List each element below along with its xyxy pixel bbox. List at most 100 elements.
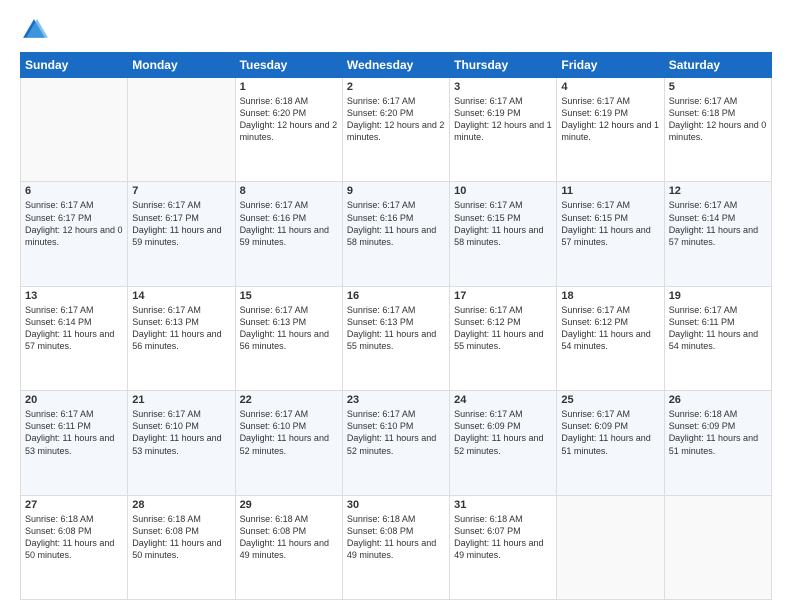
header-row: SundayMondayTuesdayWednesdayThursdayFrid… bbox=[21, 53, 772, 78]
logo-icon bbox=[20, 16, 48, 44]
cell-text: Sunrise: 6:17 AM Sunset: 6:14 PM Dayligh… bbox=[25, 304, 123, 353]
calendar-cell: 14Sunrise: 6:17 AM Sunset: 6:13 PM Dayli… bbox=[128, 286, 235, 390]
cell-text: Sunrise: 6:17 AM Sunset: 6:13 PM Dayligh… bbox=[240, 304, 338, 353]
day-number: 11 bbox=[561, 185, 659, 197]
cell-text: Sunrise: 6:17 AM Sunset: 6:16 PM Dayligh… bbox=[347, 199, 445, 248]
week-row-3: 13 Sunrise: 6:17 AM Sunset: 6:14 PM Dayli… bbox=[21, 286, 772, 390]
day-number: 6 bbox=[25, 185, 123, 197]
week-row-5: 27 Sunrise: 6:18 AM Sunset: 6:08 PM Dayli… bbox=[21, 495, 772, 599]
day-number: 23 bbox=[347, 394, 445, 406]
calendar-cell: 17 Sunrise: 6:17 AM Sunset: 6:12 PM Dayli… bbox=[450, 286, 557, 390]
calendar-cell: 20 Sunrise: 6:17 AM Sunset: 6:11 PM Dayli… bbox=[21, 391, 128, 495]
week-row-2: 6 Sunrise: 6:17 AM Sunset: 6:17 PM Daylig… bbox=[21, 182, 772, 286]
cell-text: Sunrise: 6:17 AM Sunset: 6:09 PM Dayligh… bbox=[454, 408, 552, 457]
calendar-cell: 31 Sunrise: 6:18 AM Sunset: 6:07 PM Dayli… bbox=[450, 495, 557, 599]
cell-text: Sunrise: 6:17 AM Sunset: 6:12 PM Dayligh… bbox=[561, 304, 659, 353]
calendar-cell: 21 Sunrise: 6:17 AM Sunset: 6:10 PM Dayli… bbox=[128, 391, 235, 495]
day-number: 28 bbox=[132, 499, 230, 511]
cell-text: Sunrise: 6:17 AM Sunset: 6:15 PM Dayligh… bbox=[454, 199, 552, 248]
col-header-wednesday: Wednesday bbox=[342, 53, 449, 78]
cell-text: Sunrise: 6:17 AM Sunset: 6:18 PM Dayligh… bbox=[669, 95, 767, 144]
col-header-tuesday: Tuesday bbox=[235, 53, 342, 78]
cell-text: Sunrise: 6:17 AM Sunset: 6:11 PM Dayligh… bbox=[669, 304, 767, 353]
calendar-cell: 19 Sunrise: 6:17 AM Sunset: 6:11 PM Dayli… bbox=[664, 286, 771, 390]
calendar-cell: 7 Sunrise: 6:17 AM Sunset: 6:17 PM Daylig… bbox=[128, 182, 235, 286]
day-number: 22 bbox=[240, 394, 338, 406]
calendar-cell: 29Sunrise: 6:18 AM Sunset: 6:08 PM Dayli… bbox=[235, 495, 342, 599]
day-number: 15 bbox=[240, 290, 338, 302]
cell-text: Sunrise: 6:17 AM Sunset: 6:12 PM Dayligh… bbox=[454, 304, 552, 353]
day-number: 31 bbox=[454, 499, 552, 511]
cell-text: Sunrise: 6:18 AM Sunset: 6:09 PM Dayligh… bbox=[669, 408, 767, 457]
col-header-sunday: Sunday bbox=[21, 53, 128, 78]
day-number: 12 bbox=[669, 185, 767, 197]
day-number: 2 bbox=[347, 81, 445, 93]
day-number: 19 bbox=[669, 290, 767, 302]
page: SundayMondayTuesdayWednesdayThursdayFrid… bbox=[0, 0, 792, 612]
top-section bbox=[20, 16, 772, 44]
day-number: 16 bbox=[347, 290, 445, 302]
calendar-cell: 8Sunrise: 6:17 AM Sunset: 6:16 PM Daylig… bbox=[235, 182, 342, 286]
calendar-cell: 27 Sunrise: 6:18 AM Sunset: 6:08 PM Dayli… bbox=[21, 495, 128, 599]
day-number: 3 bbox=[454, 81, 552, 93]
day-number: 26 bbox=[669, 394, 767, 406]
cell-text: Sunrise: 6:17 AM Sunset: 6:10 PM Dayligh… bbox=[132, 408, 230, 457]
calendar-cell: 16Sunrise: 6:17 AM Sunset: 6:13 PM Dayli… bbox=[342, 286, 449, 390]
calendar-cell bbox=[21, 78, 128, 182]
day-number: 17 bbox=[454, 290, 552, 302]
col-header-thursday: Thursday bbox=[450, 53, 557, 78]
calendar-cell: 11 Sunrise: 6:17 AM Sunset: 6:15 PM Dayli… bbox=[557, 182, 664, 286]
calendar-cell: 26 Sunrise: 6:18 AM Sunset: 6:09 PM Dayli… bbox=[664, 391, 771, 495]
calendar-cell: 22 Sunrise: 6:17 AM Sunset: 6:10 PM Dayli… bbox=[235, 391, 342, 495]
calendar-cell: 25 Sunrise: 6:17 AM Sunset: 6:09 PM Dayli… bbox=[557, 391, 664, 495]
calendar-cell: 30Sunrise: 6:18 AM Sunset: 6:08 PM Dayli… bbox=[342, 495, 449, 599]
calendar-cell: 24 Sunrise: 6:17 AM Sunset: 6:09 PM Dayli… bbox=[450, 391, 557, 495]
cell-text: Sunrise: 6:18 AM Sunset: 6:08 PM Dayligh… bbox=[25, 513, 123, 562]
calendar-cell: 15 Sunrise: 6:17 AM Sunset: 6:13 PM Dayli… bbox=[235, 286, 342, 390]
logo bbox=[20, 16, 52, 44]
calendar-cell bbox=[128, 78, 235, 182]
day-number: 18 bbox=[561, 290, 659, 302]
day-number: 21 bbox=[132, 394, 230, 406]
calendar-cell: 1Sunrise: 6:18 AM Sunset: 6:20 PM Daylig… bbox=[235, 78, 342, 182]
day-number: 8 bbox=[240, 185, 338, 197]
day-number: 25 bbox=[561, 394, 659, 406]
calendar-table: SundayMondayTuesdayWednesdayThursdayFrid… bbox=[20, 52, 772, 600]
calendar-cell bbox=[664, 495, 771, 599]
calendar-cell: 28Sunrise: 6:18 AM Sunset: 6:08 PM Dayli… bbox=[128, 495, 235, 599]
cell-text: Sunrise: 6:17 AM Sunset: 6:15 PM Dayligh… bbox=[561, 199, 659, 248]
calendar-cell: 18 Sunrise: 6:17 AM Sunset: 6:12 PM Dayli… bbox=[557, 286, 664, 390]
day-number: 4 bbox=[561, 81, 659, 93]
calendar-cell: 2Sunrise: 6:17 AM Sunset: 6:20 PM Daylig… bbox=[342, 78, 449, 182]
cell-text: Sunrise: 6:17 AM Sunset: 6:10 PM Dayligh… bbox=[240, 408, 338, 457]
calendar-cell: 4Sunrise: 6:17 AM Sunset: 6:19 PM Daylig… bbox=[557, 78, 664, 182]
calendar-cell: 3Sunrise: 6:17 AM Sunset: 6:19 PM Daylig… bbox=[450, 78, 557, 182]
cell-text: Sunrise: 6:17 AM Sunset: 6:11 PM Dayligh… bbox=[25, 408, 123, 457]
cell-text: Sunrise: 6:17 AM Sunset: 6:13 PM Dayligh… bbox=[132, 304, 230, 353]
col-header-saturday: Saturday bbox=[664, 53, 771, 78]
cell-text: Sunrise: 6:17 AM Sunset: 6:14 PM Dayligh… bbox=[669, 199, 767, 248]
cell-text: Sunrise: 6:17 AM Sunset: 6:09 PM Dayligh… bbox=[561, 408, 659, 457]
calendar-cell: 23 Sunrise: 6:17 AM Sunset: 6:10 PM Dayli… bbox=[342, 391, 449, 495]
calendar-cell: 9Sunrise: 6:17 AM Sunset: 6:16 PM Daylig… bbox=[342, 182, 449, 286]
cell-text: Sunrise: 6:18 AM Sunset: 6:08 PM Dayligh… bbox=[240, 513, 338, 562]
day-number: 13 bbox=[25, 290, 123, 302]
cell-text: Sunrise: 6:18 AM Sunset: 6:07 PM Dayligh… bbox=[454, 513, 552, 562]
day-number: 30 bbox=[347, 499, 445, 511]
day-number: 27 bbox=[25, 499, 123, 511]
day-number: 5 bbox=[669, 81, 767, 93]
day-number: 7 bbox=[132, 185, 230, 197]
cell-text: Sunrise: 6:17 AM Sunset: 6:10 PM Dayligh… bbox=[347, 408, 445, 457]
week-row-4: 20 Sunrise: 6:17 AM Sunset: 6:11 PM Dayli… bbox=[21, 391, 772, 495]
day-number: 1 bbox=[240, 81, 338, 93]
calendar-cell: 10 Sunrise: 6:17 AM Sunset: 6:15 PM Dayli… bbox=[450, 182, 557, 286]
day-number: 20 bbox=[25, 394, 123, 406]
col-header-friday: Friday bbox=[557, 53, 664, 78]
calendar-cell: 5 Sunrise: 6:17 AM Sunset: 6:18 PM Daylig… bbox=[664, 78, 771, 182]
cell-text: Sunrise: 6:17 AM Sunset: 6:17 PM Dayligh… bbox=[132, 199, 230, 248]
day-number: 24 bbox=[454, 394, 552, 406]
day-number: 10 bbox=[454, 185, 552, 197]
calendar-cell bbox=[557, 495, 664, 599]
cell-text: Sunrise: 6:17 AM Sunset: 6:17 PM Dayligh… bbox=[25, 199, 123, 248]
col-header-monday: Monday bbox=[128, 53, 235, 78]
